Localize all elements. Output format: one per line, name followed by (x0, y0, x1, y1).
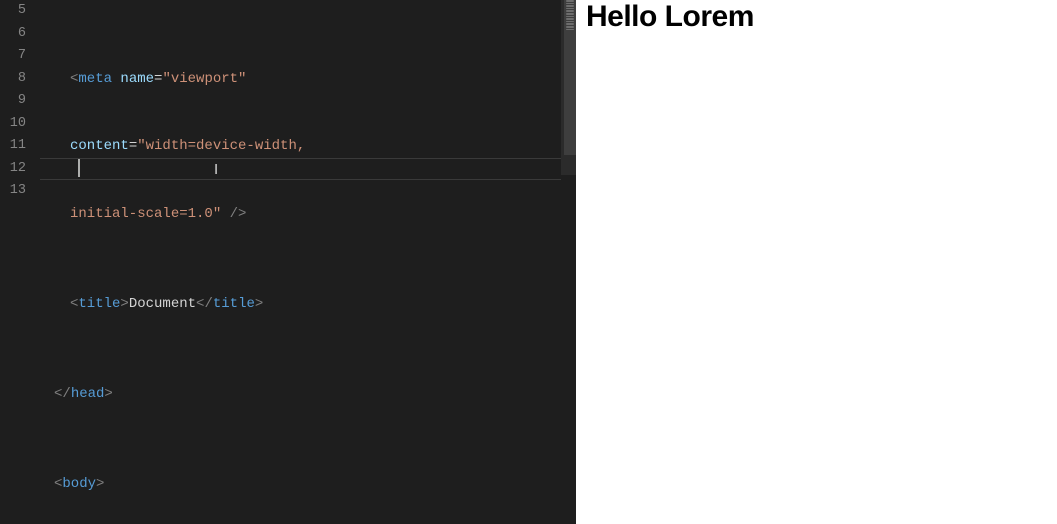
code-line[interactable]: <meta name="viewport" (40, 68, 576, 91)
line-number-gutter: 5 6 7 8 9 10 11 12 13 (0, 0, 32, 203)
line-number: 7 (0, 45, 26, 68)
preview-heading: Hello Lorem (586, 0, 1047, 34)
line-number: 13 (0, 180, 26, 203)
line-number: 9 (0, 90, 26, 113)
code-line[interactable]: <body> (40, 473, 576, 496)
browser-preview[interactable]: Hello Lorem (576, 0, 1057, 524)
line-number: 8 (0, 68, 26, 91)
line-number: 6 (0, 23, 26, 46)
code-line[interactable]: content="width=device-width, (40, 135, 576, 158)
vertical-scrollbar[interactable] (564, 0, 576, 524)
code-line[interactable]: <title>Document</title> (40, 293, 576, 316)
code-line[interactable]: </head> (40, 383, 576, 406)
code-editor[interactable]: 5 6 7 8 9 10 11 12 13 I <meta name="view… (0, 0, 576, 524)
line-number: 11 (0, 135, 26, 158)
code-content[interactable]: <meta name="viewport" content="width=dev… (40, 0, 576, 524)
line-number: 12 (0, 158, 26, 181)
code-line[interactable]: initial-scale=1.0" /> (40, 203, 576, 226)
scrollbar-thumb[interactable] (564, 0, 576, 155)
app-root: 5 6 7 8 9 10 11 12 13 I <meta name="view… (0, 0, 1057, 524)
line-number: 5 (0, 0, 26, 23)
line-number: 10 (0, 113, 26, 136)
